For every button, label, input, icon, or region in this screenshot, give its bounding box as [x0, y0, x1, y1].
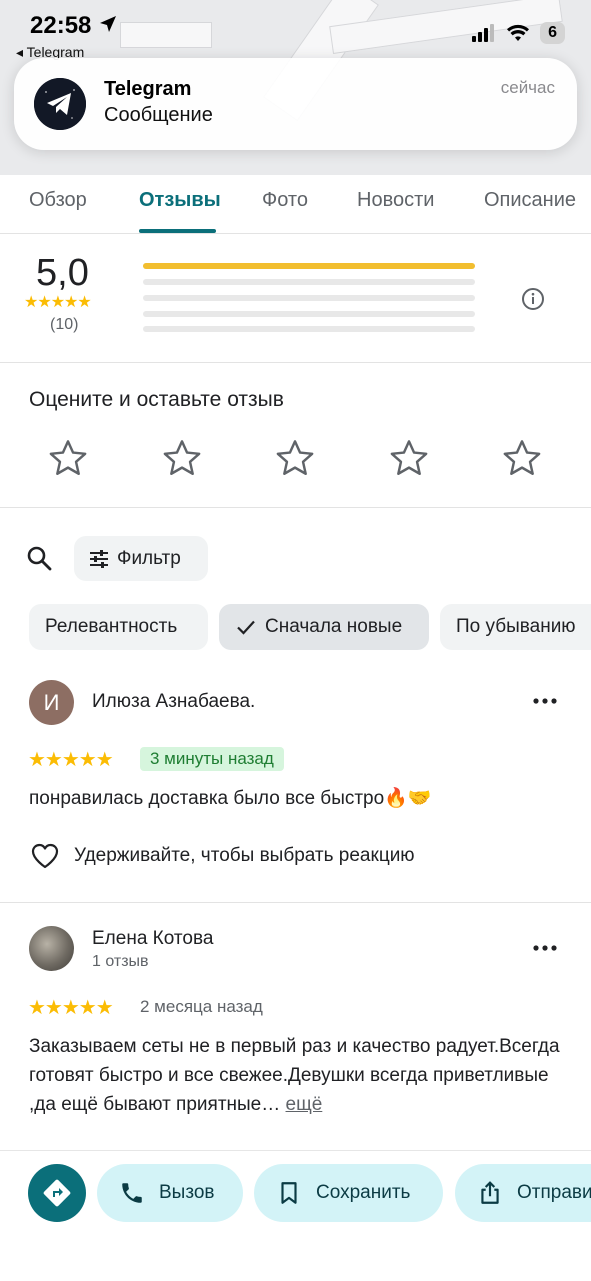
- rating-count: (10): [50, 316, 79, 333]
- filter-label: Фильтр: [117, 548, 181, 569]
- rate-star-5-icon[interactable]: [501, 437, 543, 479]
- notification-banner[interactable]: Telegram Сообщение сейчас: [14, 58, 577, 150]
- share-icon: [481, 1181, 499, 1204]
- chip-label: По убыванию: [456, 616, 576, 637]
- active-tab-indicator: [139, 229, 216, 233]
- status-indicators: 6: [472, 22, 565, 44]
- tab-photos[interactable]: Фото: [262, 189, 308, 212]
- wifi-icon: [507, 24, 530, 41]
- chip-descending[interactable]: По убыванию: [440, 604, 591, 650]
- review-text-block: Заказываем сеты не в первый раз и качест…: [29, 1032, 564, 1119]
- review-text: понравилась доставка было все быстро🔥🤝: [29, 788, 432, 809]
- reviewer-name[interactable]: Елена Котова: [92, 928, 213, 950]
- cellular-signal-icon: [472, 24, 495, 42]
- rate-star-1-icon[interactable]: [47, 437, 89, 479]
- battery-indicator: 6: [540, 22, 565, 44]
- search-reviews-icon[interactable]: [25, 544, 53, 572]
- notification-time: сейчас: [500, 78, 555, 97]
- share-button[interactable]: Отправить: [455, 1164, 591, 1222]
- bottom-action-bar: Вызов Сохранить Отправить: [0, 1150, 591, 1281]
- rating-bar-5: [143, 263, 475, 269]
- reviewer-name[interactable]: Илюза Азнабаева.: [92, 691, 255, 713]
- save-label: Сохранить: [316, 1182, 411, 1203]
- chip-label: Сначала новые: [265, 616, 403, 637]
- rating-bar-1: [143, 326, 475, 332]
- call-button[interactable]: Вызов: [97, 1164, 243, 1222]
- share-label: Отправить: [517, 1182, 591, 1203]
- telegram-app-icon: [34, 78, 86, 130]
- rating-bar-2: [143, 311, 475, 317]
- rating-bar-fill: [143, 263, 475, 269]
- chip-newest[interactable]: Сначала новые: [219, 604, 429, 650]
- rate-and-review: Оцените и оставьте отзыв: [0, 363, 591, 508]
- tab-news[interactable]: Новости: [357, 189, 434, 212]
- rating-bar-4: [143, 279, 475, 285]
- heart-icon: [31, 843, 59, 869]
- directions-icon: [43, 1179, 71, 1207]
- rate-title: Оцените и оставьте отзыв: [29, 388, 284, 411]
- call-label: Вызов: [159, 1182, 215, 1203]
- review-divider: [0, 902, 591, 903]
- avatar[interactable]: [29, 926, 74, 971]
- review-time-badge: 3 минуты назад: [140, 747, 284, 771]
- status-bar: 22:58 ◂ Telegram 6: [0, 0, 591, 60]
- chip-relevance[interactable]: Релевантность: [29, 604, 208, 650]
- tune-icon: [90, 550, 108, 568]
- save-button[interactable]: Сохранить: [254, 1164, 443, 1222]
- review-stars: ★★★★★: [28, 749, 114, 771]
- check-icon: [237, 620, 255, 635]
- reaction-hint: Удерживайте, чтобы выбрать реакцию: [74, 845, 415, 866]
- phone-icon: [122, 1183, 142, 1203]
- tab-description[interactable]: Описание: [484, 189, 576, 212]
- tab-reviews[interactable]: Отзывы: [139, 189, 221, 212]
- chip-label: Релевантность: [45, 616, 178, 637]
- bookmark-icon: [281, 1182, 297, 1204]
- review-time: 2 месяца назад: [140, 997, 263, 1016]
- rate-star-3-icon[interactable]: [274, 437, 316, 479]
- info-icon[interactable]: [521, 287, 545, 311]
- read-more-link[interactable]: ещё: [286, 1094, 323, 1115]
- reviewer-review-count: 1 отзыв: [92, 953, 149, 970]
- tab-bar: Обзор Отзывы Фото Новости Описание: [0, 175, 591, 234]
- reaction-button[interactable]: Удерживайте, чтобы выбрать реакцию: [30, 840, 415, 872]
- status-time: 22:58: [30, 12, 92, 39]
- avatar[interactable]: И: [29, 680, 74, 725]
- average-rating-stars: ★★★★★: [24, 294, 92, 311]
- rating-summary: 5,0 ★★★★★ (10): [0, 234, 591, 363]
- more-options-icon[interactable]: [531, 934, 559, 962]
- directions-button[interactable]: [28, 1164, 86, 1222]
- rating-bar-3: [143, 295, 475, 301]
- rate-star-2-icon[interactable]: [161, 437, 203, 479]
- more-options-icon[interactable]: [531, 687, 559, 715]
- location-arrow-icon: [100, 16, 116, 32]
- review-stars: ★★★★★: [28, 997, 114, 1019]
- notification-message: Сообщение: [104, 104, 213, 126]
- filter-button[interactable]: Фильтр: [74, 536, 208, 581]
- average-rating: 5,0: [36, 252, 89, 294]
- rate-star-4-icon[interactable]: [388, 437, 430, 479]
- tab-overview[interactable]: Обзор: [29, 189, 87, 212]
- notification-title: Telegram: [104, 78, 192, 100]
